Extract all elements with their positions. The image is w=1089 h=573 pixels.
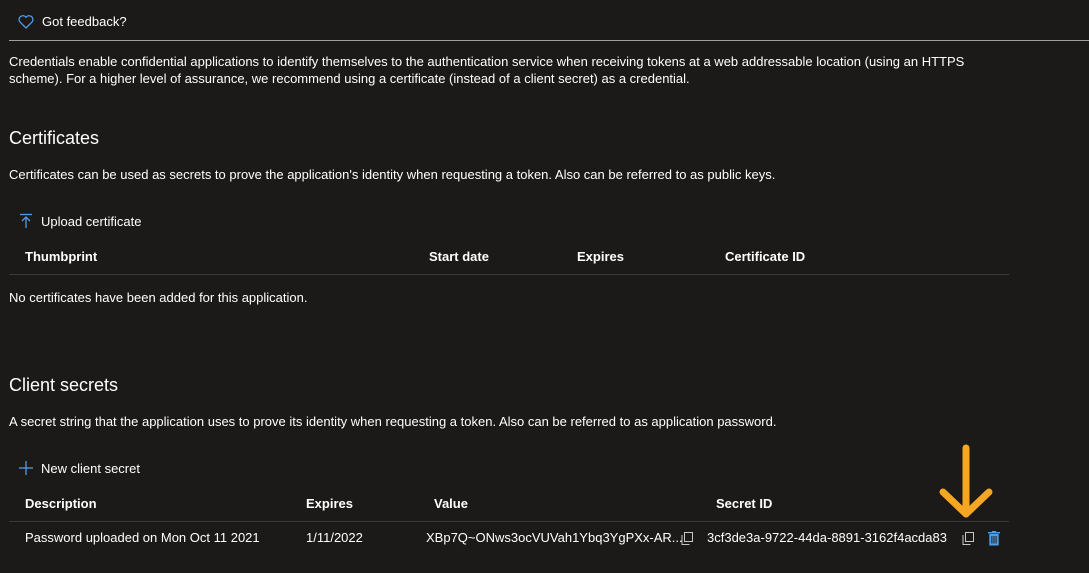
upload-certificate-button[interactable]: Upload certificate xyxy=(17,212,141,230)
new-client-secret-label: New client secret xyxy=(41,460,140,476)
column-certificate-id[interactable]: Certificate ID xyxy=(725,249,805,264)
client-secrets-description: A secret string that the application use… xyxy=(9,414,777,429)
table-row: Password uploaded on Mon Oct 11 2021 1/1… xyxy=(9,522,1009,556)
secret-id: 3cf3de3a-9722-44da-8891-3162f4acda83 xyxy=(707,530,947,545)
client-secrets-title: Client secrets xyxy=(9,375,119,395)
copy-value-icon[interactable] xyxy=(679,530,695,546)
annotation-arrow-icon xyxy=(939,444,993,518)
certificates-title: Certificates xyxy=(9,128,100,148)
upload-certificate-label: Upload certificate xyxy=(41,213,142,229)
upload-icon xyxy=(17,212,35,230)
divider xyxy=(9,40,1089,41)
column-start-date[interactable]: Start date xyxy=(429,249,489,264)
secret-expires: 1/11/2022 xyxy=(306,530,363,545)
certificates-table-header: Thumbprint Start date Expires Certificat… xyxy=(9,240,1009,275)
credentials-page: Got feedback? Credentials enable confide… xyxy=(0,0,1089,573)
column-thumbprint[interactable]: Thumbprint xyxy=(25,249,97,264)
new-client-secret-button[interactable]: New client secret xyxy=(17,459,140,477)
certificates-empty-message: No certificates have been added for this… xyxy=(9,290,308,305)
column-value[interactable]: Value xyxy=(434,496,468,511)
feedback-label: Got feedback? xyxy=(42,14,127,29)
column-expires[interactable]: Expires xyxy=(306,496,353,511)
delete-trash-icon[interactable] xyxy=(986,530,1002,546)
plus-icon xyxy=(17,459,35,477)
heart-icon xyxy=(18,14,34,29)
secret-description: Password uploaded on Mon Oct 11 2021 xyxy=(25,530,260,545)
client-secrets-table-header: Description Expires Value Secret ID xyxy=(9,487,1009,522)
secret-value: XBp7Q~ONws3ocVUVah1Ybq3YgPXx-AR... xyxy=(426,530,683,545)
copy-secret-id-icon[interactable] xyxy=(960,530,976,546)
column-description[interactable]: Description xyxy=(25,496,97,511)
feedback-link[interactable]: Got feedback? xyxy=(18,14,127,29)
column-secret-id[interactable]: Secret ID xyxy=(716,496,772,511)
intro-text: Credentials enable confidential applicat… xyxy=(9,54,965,86)
column-expires[interactable]: Expires xyxy=(577,249,624,264)
certificates-description: Certificates can be used as secrets to p… xyxy=(9,167,776,182)
